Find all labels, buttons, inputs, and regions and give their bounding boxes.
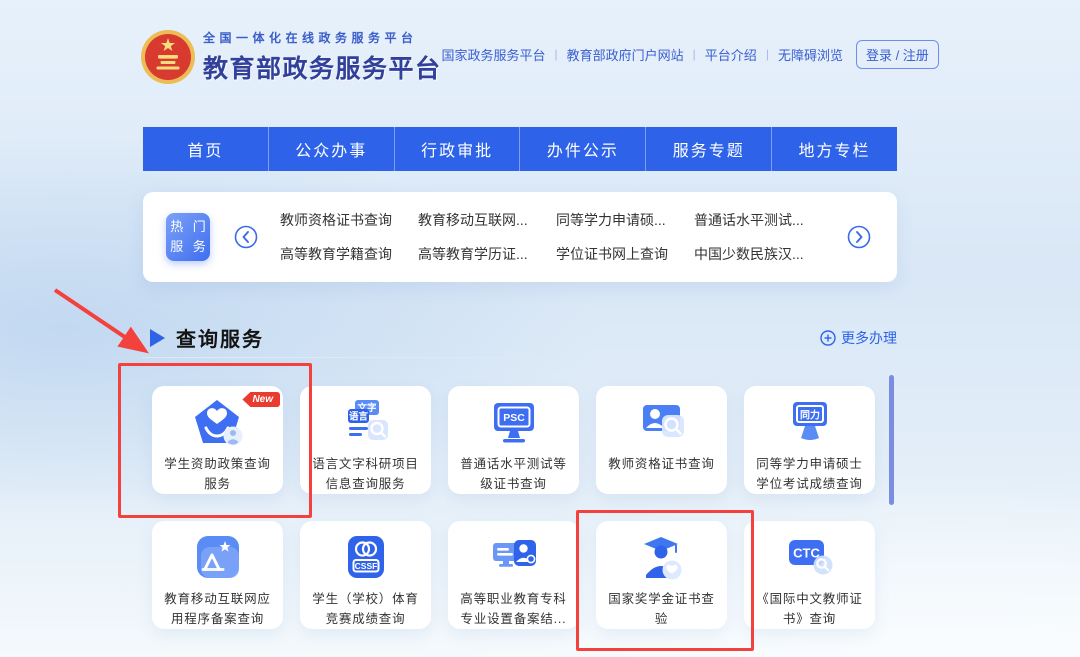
section-header: 查询服务 更多办理 [143, 318, 897, 358]
service-card[interactable]: CSSF 学生（学校）体育竞赛成绩查询 [300, 521, 431, 629]
hot-services-links: 教师资格证书查询教育移动互联网...同等学力申请硕...普通话水平测试... 高等… [280, 210, 832, 264]
hot-services-panel: 热 门 服 务 教师资格证书查询教育移动互联网...同等学力申请硕...普通话水… [143, 192, 897, 282]
service-card-title: 学生资助政策查询服务 [152, 454, 283, 494]
hot-service-link[interactable]: 中国少数民族汉... [694, 244, 832, 264]
monitor-person-icon [448, 532, 579, 584]
header-links: 国家政务服务平台 | 教育部政府门户网站 | 平台介绍 | 无障碍浏览登录 / 注册 [442, 40, 939, 69]
more-services-label: 更多办理 [841, 328, 897, 348]
header-link[interactable]: 无障碍浏览 [778, 45, 843, 64]
header: 全国一体化在线政务服务平台 教育部政务服务平台 国家政务服务平台 | 教育部政府门户… [140, 26, 897, 88]
service-card-title: 普通话水平测试等级证书查询 [448, 454, 579, 494]
nav-item[interactable]: 地方专栏 [771, 127, 897, 171]
plus-circle-icon [820, 330, 836, 346]
service-card[interactable]: PSC 普通话水平测试等级证书查询 [448, 386, 579, 494]
svg-text:CSSF: CSSF [354, 561, 377, 571]
service-card-title: 国家奖学金证书查验 [596, 589, 727, 629]
psc-monitor-icon: PSC [448, 397, 579, 449]
header-link[interactable]: 平台介绍 [705, 45, 757, 64]
new-badge: New [242, 392, 280, 407]
service-card-title: 教师资格证书查询 [596, 454, 727, 474]
service-card-title: 教育移动互联网应用程序备案查询 [152, 589, 283, 629]
nav-item[interactable]: 首页 [143, 127, 268, 171]
service-card[interactable]: 教师资格证书查询 [596, 386, 727, 494]
cssf-badge-icon: CSSF [300, 532, 431, 584]
carousel-next-button[interactable] [847, 225, 871, 249]
services-grid: 学生资助政策查询服务 New 文字 语言 语言文字科研项目信息查询服务 PSC 普… [152, 386, 875, 629]
hot-service-link[interactable]: 同等学力申请硕... [556, 210, 694, 230]
header-link[interactable]: 国家政务服务平台 [442, 45, 546, 64]
logo-title: 教育部政务服务平台 [203, 49, 442, 85]
logo-subtitle: 全国一体化在线政务服务平台 [203, 29, 442, 46]
service-card-title: 《国际中文教师证书》查询 [744, 589, 875, 629]
service-card[interactable]: 国家奖学金证书查验 [596, 521, 727, 629]
national-emblem-icon [140, 29, 196, 85]
service-card-title: 语言文字科研项目信息查询服务 [300, 454, 431, 494]
carousel-prev-button[interactable] [234, 225, 258, 249]
svg-text:语言: 语言 [348, 411, 368, 423]
svg-text:PSC: PSC [503, 412, 525, 424]
link-separator: | [766, 47, 769, 61]
logo: 全国一体化在线政务服务平台 教育部政务服务平台 [140, 29, 442, 85]
nav-item[interactable]: 办件公示 [519, 127, 645, 171]
nav-item[interactable]: 服务专题 [645, 127, 771, 171]
section-title: 查询服务 [176, 323, 264, 352]
vertical-scrollbar[interactable] [889, 375, 894, 505]
service-card[interactable]: 同力 同等学力申请硕士学位考试成绩查询 [744, 386, 875, 494]
svg-text:同力: 同力 [800, 409, 820, 422]
tongli-monitor-icon: 同力 [744, 397, 875, 449]
hot-service-link[interactable]: 教师资格证书查询 [280, 210, 418, 230]
graduate-scholarship-icon [596, 532, 727, 584]
app-store-icon [152, 532, 283, 584]
hot-service-link[interactable]: 普通话水平测试... [694, 210, 832, 230]
teacher-cert-icon [596, 397, 727, 449]
login-register-button[interactable]: 登录 / 注册 [856, 40, 939, 69]
link-separator: | [693, 47, 696, 61]
hot-service-link[interactable]: 教育移动互联网... [418, 210, 556, 230]
ctc-search-icon: CTC [744, 532, 875, 584]
link-separator: | [555, 47, 558, 61]
service-card[interactable]: 文字 语言 语言文字科研项目信息查询服务 [300, 386, 431, 494]
page: 全国一体化在线政务服务平台 教育部政务服务平台 国家政务服务平台 | 教育部政府门户… [0, 0, 1080, 657]
service-card[interactable]: 教育移动互联网应用程序备案查询 [152, 521, 283, 629]
language-research-icon: 文字 语言 [300, 397, 431, 449]
section-triangle-icon [150, 329, 165, 347]
service-card[interactable]: 高等职业教育专科专业设置备案结... [448, 521, 579, 629]
hot-service-link[interactable]: 高等教育学历证... [418, 244, 556, 264]
service-card-title: 学生（学校）体育竞赛成绩查询 [300, 589, 431, 629]
more-services-button[interactable]: 更多办理 [820, 328, 897, 348]
hot-service-link[interactable]: 高等教育学籍查询 [280, 244, 418, 264]
header-link[interactable]: 教育部政府门户网站 [567, 45, 684, 64]
nav-item[interactable]: 公众办事 [268, 127, 394, 171]
hot-services-badge: 热 门 服 务 [166, 213, 210, 261]
hot-service-link[interactable]: 学位证书网上查询 [556, 244, 694, 264]
nav-bar: 首页公众办事行政审批办件公示服务专题地方专栏 [143, 127, 897, 171]
nav-item[interactable]: 行政审批 [394, 127, 520, 171]
logo-text: 全国一体化在线政务服务平台 教育部政务服务平台 [203, 29, 442, 85]
service-card[interactable]: CTC 《国际中文教师证书》查询 [744, 521, 875, 629]
service-card-title: 同等学力申请硕士学位考试成绩查询 [744, 454, 875, 494]
service-card-title: 高等职业教育专科专业设置备案结... [448, 589, 579, 629]
service-card[interactable]: 学生资助政策查询服务 New [152, 386, 283, 494]
